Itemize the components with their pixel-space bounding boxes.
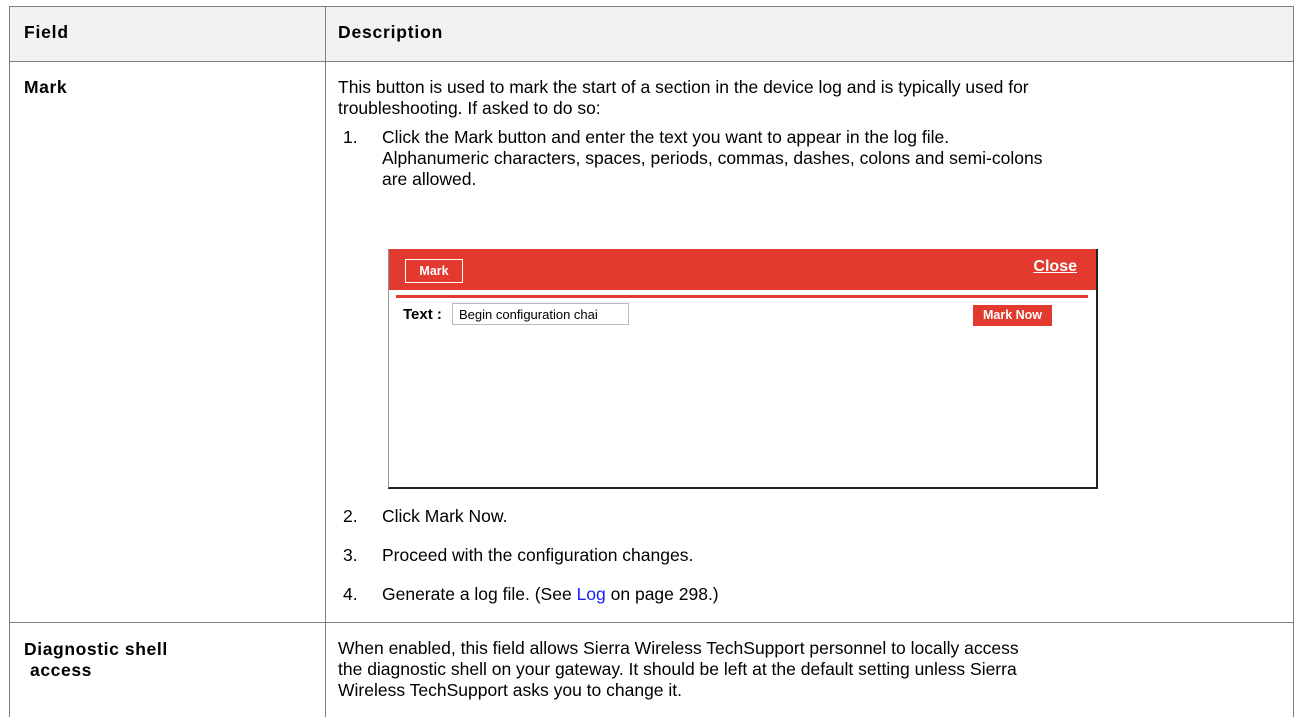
step-1-line-3: are allowed. — [382, 169, 477, 189]
step-4-prefix: Generate a log file. (See — [382, 584, 577, 604]
diagnostic-description-line-1: When enabled, this field allows Sierra W… — [338, 638, 1019, 658]
dialog-text-label: Text : — [403, 306, 442, 323]
step-number: 4. — [343, 584, 358, 604]
dialog-title-bar: Mark Close — [389, 249, 1096, 290]
step-1-line-2: Alphanumeric characters, spaces, periods… — [382, 148, 1043, 168]
table-header-row — [9, 6, 1294, 61]
step-2-text: Click Mark Now. — [382, 506, 508, 526]
header-field: Field — [24, 22, 69, 42]
dialog-divider — [396, 295, 1088, 298]
table-header-divider — [9, 61, 1294, 62]
step-number: 2. — [343, 506, 358, 526]
mark-now-button[interactable]: Mark Now — [973, 305, 1052, 326]
field-name-diagnostic-shell-line-2: access — [30, 660, 92, 680]
step-1-line-1: Click the Mark button and enter the text… — [382, 127, 950, 147]
field-description-table: Field Description Mark This button is us… — [0, 0, 1295, 717]
header-description: Description — [338, 22, 444, 42]
dialog-mark-tab[interactable]: Mark — [405, 259, 463, 283]
mark-description-line-1: This button is used to mark the start of… — [338, 77, 1029, 97]
step-4-text: Generate a log file. (See Log on page 29… — [382, 584, 719, 605]
field-name-diagnostic-shell-line-1: Diagnostic shell — [24, 639, 168, 659]
field-name-mark: Mark — [24, 77, 68, 97]
step-4-suffix: on page 298.) — [605, 584, 719, 604]
diagnostic-description-line-2: the diagnostic shell on your gateway. It… — [338, 659, 1017, 679]
diagnostic-description-line-3: Wireless TechSupport asks you to change … — [338, 680, 683, 700]
step-3-text: Proceed with the configuration changes. — [382, 545, 694, 565]
log-link[interactable]: Log — [577, 584, 606, 604]
table-border-right — [1293, 6, 1294, 717]
table-border-top — [9, 6, 1294, 7]
table-border-left — [9, 6, 10, 717]
step-number: 1. — [343, 127, 358, 147]
dialog-text-input[interactable]: Begin configuration chai — [452, 303, 629, 325]
mark-dialog-screenshot: Mark Close Text : Begin configuration ch… — [388, 249, 1098, 489]
table-row-divider — [9, 622, 1294, 623]
mark-description-line-2: troubleshooting. If asked to do so: — [338, 98, 601, 118]
step-number: 3. — [343, 545, 358, 565]
table-column-divider — [325, 6, 326, 717]
dialog-close-link[interactable]: Close — [1033, 258, 1077, 276]
